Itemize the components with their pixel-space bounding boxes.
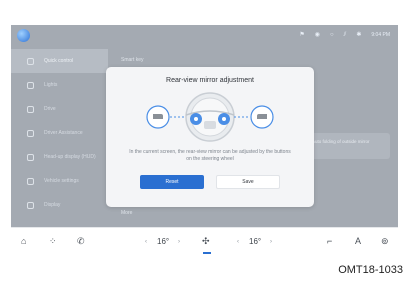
signal-icon: ⫽	[343, 32, 347, 38]
status-time: 9:04 PM	[371, 32, 390, 38]
sidebar-item-label: Head-up display (HUD)	[44, 154, 96, 160]
bottom-dock: ⌂ ⁘ ✆ ‹ 16° › ✣ ‹ 16° › ⌐ A ⊚	[11, 227, 398, 255]
sidebar-item-label: Driver Assistance	[44, 130, 83, 136]
bookmark-icon: ⚑	[299, 32, 305, 38]
seat-icon[interactable]: ⌐	[327, 236, 332, 246]
mirror-adjustment-dialog: Rear-view mirror adjustment In the curre…	[106, 67, 314, 207]
sidebar-item-lights[interactable]: Lights	[11, 73, 108, 97]
status-bar: ⚑ ◉ ○ ⫽ ✱ 9:04 PM	[11, 25, 398, 47]
lights-icon	[27, 81, 34, 89]
more-label[interactable]: More	[121, 210, 132, 216]
sidebar-item-quick-control[interactable]: Quick control	[11, 49, 108, 73]
left-mirror-icon	[146, 105, 170, 129]
dialog-body: In the current screen, the rear-view mir…	[129, 149, 291, 162]
sidebar-item-label: Drive	[44, 106, 56, 112]
display-icon	[27, 201, 34, 209]
status-icons: ⚑ ◉ ○ ⫽ ✱ 9:04 PM	[299, 30, 390, 40]
fan-active-indicator	[203, 252, 211, 254]
hud-icon	[27, 153, 34, 161]
save-button[interactable]: Save	[216, 175, 280, 189]
sidebar-item-label: Lights	[44, 82, 58, 88]
sidebar-item-driver-assistance[interactable]: Driver Assistance	[11, 121, 108, 145]
mirror-folding-card[interactable]: Auto folding of outside mirror	[306, 133, 390, 159]
left-temp-down-icon[interactable]: ‹	[145, 238, 147, 246]
reset-button[interactable]: Reset	[140, 175, 204, 189]
sidebar-item-label: Vehicle settings	[44, 178, 79, 184]
right-mirror-icon	[250, 105, 274, 129]
right-temp-value: 16°	[249, 237, 262, 246]
bluetooth-icon: ✱	[356, 32, 362, 38]
sidebar-item-vehicle-settings[interactable]: Vehicle settings	[11, 169, 108, 193]
infotainment-screen: ⚑ ◉ ○ ⫽ ✱ 9:04 PM Quick control Lights D…	[11, 25, 398, 255]
drive-icon	[27, 105, 34, 113]
location-icon: ◉	[314, 32, 321, 38]
driver-assistance-icon	[27, 129, 34, 137]
right-temp-up-icon[interactable]: ›	[270, 238, 272, 246]
circle-icon: ○	[330, 32, 334, 38]
sidebar-item-label: Quick control	[44, 58, 74, 64]
left-temp-value: 16°	[157, 237, 170, 246]
sidebar-item-drive[interactable]: Drive	[11, 97, 108, 121]
quick-control-icon	[27, 57, 34, 65]
vehicle-settings-icon	[27, 177, 34, 185]
logo-icon	[17, 29, 30, 42]
steering-wheel-icon	[185, 92, 235, 142]
left-temp-up-icon[interactable]: ›	[178, 238, 180, 246]
figure-caption: OMT18-1033	[338, 264, 403, 276]
steering-wheel-illustration	[146, 92, 274, 142]
settings-icon[interactable]: ⊚	[381, 236, 389, 246]
sidebar-item-label: Display	[44, 202, 61, 208]
apps-icon[interactable]: ⁘	[49, 236, 57, 246]
fan-icon[interactable]: ✣	[202, 236, 210, 246]
sidebar-item-display[interactable]: Display	[11, 193, 108, 217]
navigation-icon[interactable]: A	[355, 236, 361, 246]
phone-icon[interactable]: ✆	[77, 236, 85, 246]
sidebar-item-hud[interactable]: Head-up display (HUD)	[11, 145, 108, 169]
right-temp-down-icon[interactable]: ‹	[237, 238, 239, 246]
section-title: Smart key	[121, 57, 144, 63]
settings-sidebar: Quick control Lights Drive Driver Assist…	[11, 49, 108, 227]
home-icon[interactable]: ⌂	[21, 236, 26, 246]
dialog-title: Rear-view mirror adjustment	[166, 77, 254, 84]
